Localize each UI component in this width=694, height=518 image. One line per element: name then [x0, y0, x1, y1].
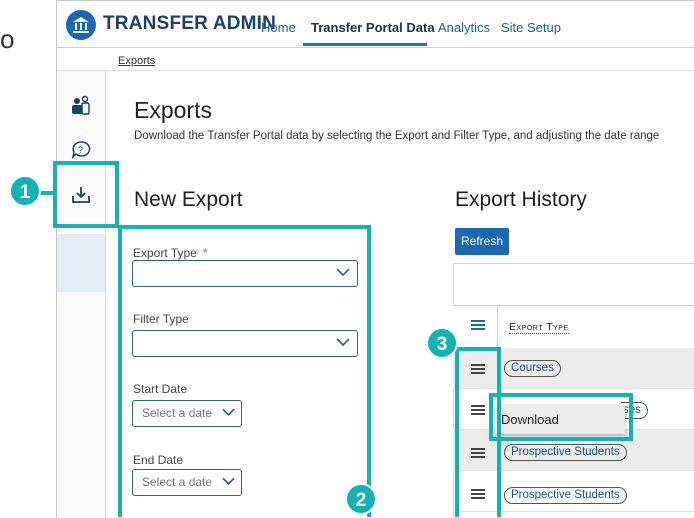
app-brand-title: TRANSFER ADMIN — [103, 13, 277, 34]
breadcrumb-exports[interactable]: Exports — [118, 55, 155, 67]
table-top-border — [453, 263, 694, 264]
new-export-heading: New Export — [134, 188, 243, 211]
callout-badge-3: 3 — [426, 327, 458, 359]
cropped-text-fragment: o. — [0, 24, 14, 54]
callout-box-2 — [118, 225, 371, 517]
export-history-heading: Export History — [455, 188, 587, 211]
nav-item-home[interactable]: Home — [261, 20, 296, 35]
nav-item-analytics[interactable]: Analytics — [438, 20, 490, 35]
svg-text:?: ? — [78, 145, 83, 155]
column-menu-icon[interactable] — [471, 320, 485, 330]
table-header-row — [453, 305, 694, 349]
callout-box-1 — [53, 161, 119, 228]
users-icon[interactable] — [70, 95, 92, 117]
institution-logo-icon[interactable] — [66, 10, 96, 40]
sidebar: ? — [57, 71, 106, 518]
active-tab-indicator — [303, 43, 427, 46]
export-type-pill: Prospective Students — [504, 487, 627, 504]
nav-item-site-setup[interactable]: Site Setup — [501, 20, 561, 35]
column-header-export-type[interactable]: Export Type — [509, 321, 569, 334]
sidebar-active-highlight — [57, 234, 105, 292]
page-title: Exports — [134, 97, 212, 123]
page-description: Download the Transfer Portal data by sel… — [134, 130, 660, 142]
callout-box-download — [489, 393, 633, 441]
question-icon[interactable]: ? — [70, 139, 92, 161]
callout-badge-2: 2 — [345, 483, 377, 515]
breadcrumb-divider — [57, 70, 694, 71]
top-nav: TRANSFER ADMIN Home Transfer Portal Data… — [57, 1, 694, 48]
export-type-pill: Prospective Students — [504, 444, 627, 461]
export-type-pill: Courses — [504, 360, 561, 377]
callout-badge-1: 1 — [9, 175, 41, 207]
refresh-button[interactable]: Refresh — [455, 228, 509, 255]
nav-item-transfer-portal-data[interactable]: Transfer Portal Data — [311, 20, 435, 35]
